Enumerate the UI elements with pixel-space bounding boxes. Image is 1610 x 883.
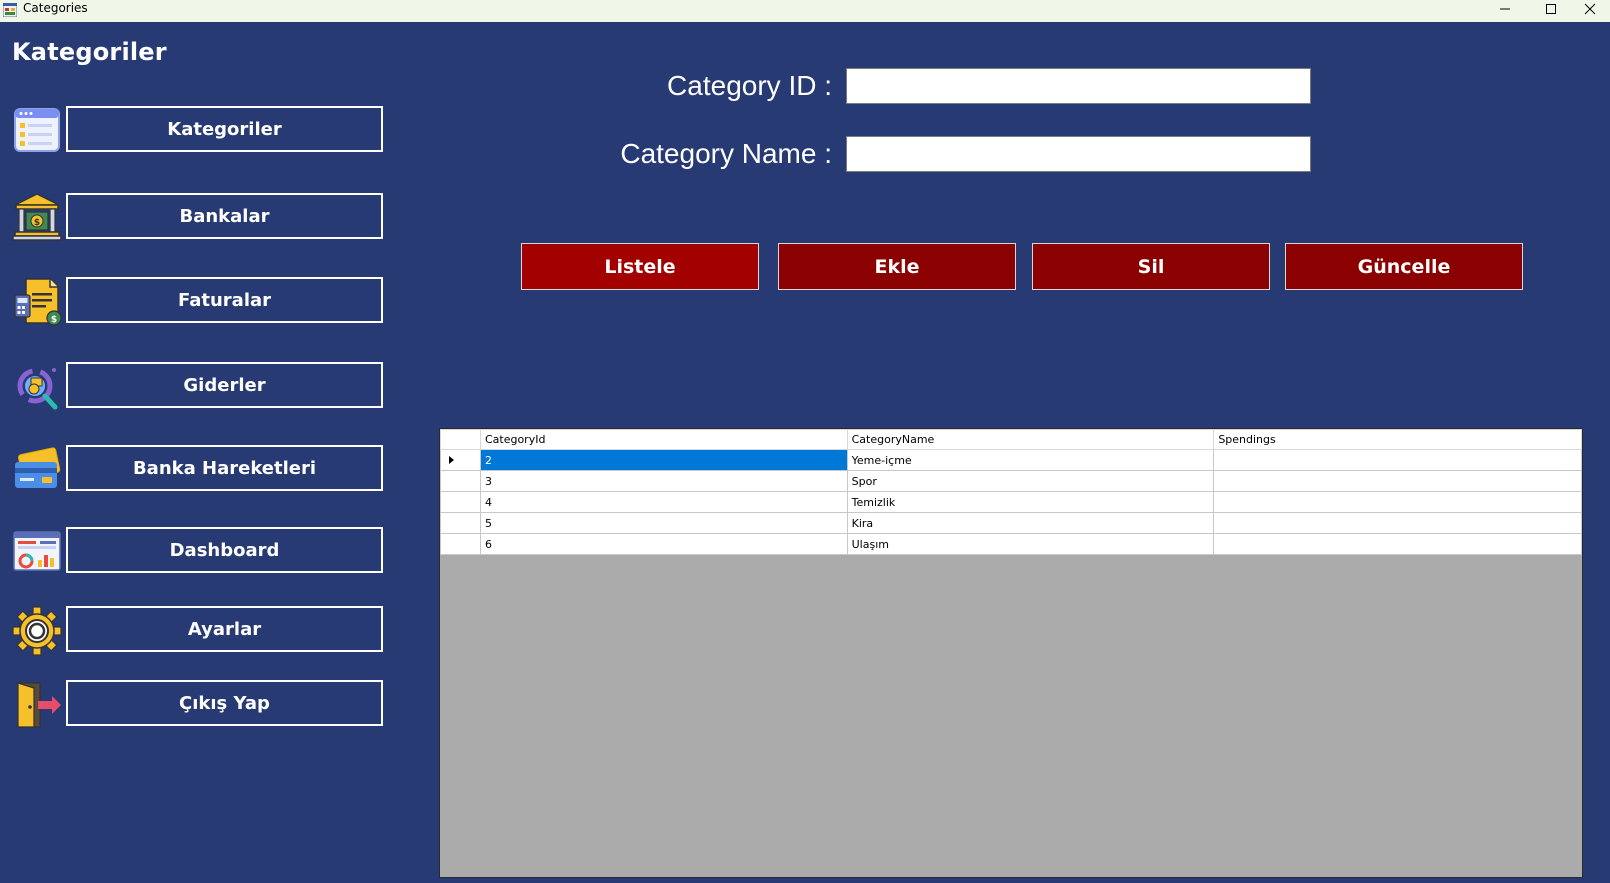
row-header[interactable] bbox=[440, 512, 481, 534]
grid-corner-header[interactable] bbox=[440, 429, 481, 450]
table-row[interactable]: 5 Kira bbox=[440, 512, 1582, 534]
minimize-button[interactable] bbox=[1482, 0, 1528, 17]
window-title: Categories bbox=[23, 1, 88, 15]
row-header[interactable] bbox=[440, 533, 481, 555]
table-cell[interactable]: 2 bbox=[479, 449, 848, 471]
nav-button-faturalar[interactable]: Faturalar bbox=[66, 277, 383, 323]
category-name-input[interactable] bbox=[846, 136, 1311, 172]
invoice-calculator-icon: $ bbox=[14, 278, 62, 326]
table-cell[interactable] bbox=[1213, 533, 1582, 555]
nav-button-kategoriler[interactable]: Kategoriler bbox=[66, 106, 383, 152]
exit-door-icon bbox=[17, 682, 61, 728]
table-cell[interactable] bbox=[1213, 470, 1582, 492]
table-cell[interactable]: Kira bbox=[846, 512, 1215, 534]
category-name-label: Category Name : bbox=[620, 138, 832, 169]
column-header-spendings[interactable]: Spendings bbox=[1213, 429, 1582, 450]
gear-icon bbox=[12, 606, 62, 656]
table-cell[interactable]: Temizlik bbox=[846, 491, 1215, 513]
nav-button-bankalar[interactable]: Bankalar bbox=[66, 193, 383, 239]
category-id-label: Category ID : bbox=[667, 70, 832, 101]
table-cell[interactable]: 6 bbox=[479, 533, 848, 555]
category-id-input[interactable] bbox=[846, 68, 1311, 104]
maximize-icon bbox=[1546, 3, 1556, 14]
credit-card-icon bbox=[15, 447, 61, 488]
title-bar: Categories bbox=[0, 0, 1610, 23]
client-area: Kategoriler $ $ Kategoriler Bankalar Fat… bbox=[0, 22, 1610, 883]
current-row-arrow-icon bbox=[449, 456, 454, 464]
grid-header-row: CategoryId CategoryName Spendings bbox=[440, 429, 1582, 450]
table-row[interactable]: 2 Yeme-içme bbox=[440, 449, 1582, 471]
nav-button-banka-hareketleri[interactable]: Banka Hareketleri bbox=[66, 445, 383, 491]
close-icon bbox=[1584, 3, 1595, 14]
table-row[interactable]: 3 Spor bbox=[440, 470, 1582, 492]
delete-button[interactable]: Sil bbox=[1032, 243, 1270, 290]
categories-list-icon bbox=[14, 108, 60, 152]
table-cell[interactable]: 3 bbox=[479, 470, 848, 492]
add-button[interactable]: Ekle bbox=[778, 243, 1016, 290]
table-cell[interactable]: Spor bbox=[846, 470, 1215, 492]
table-cell[interactable]: 5 bbox=[479, 512, 848, 534]
update-button[interactable]: Güncelle bbox=[1285, 243, 1523, 290]
table-cell[interactable]: Ulaşım bbox=[846, 533, 1215, 555]
table-cell[interactable]: 4 bbox=[479, 491, 848, 513]
column-header-categoryname[interactable]: CategoryName bbox=[846, 429, 1215, 450]
list-button[interactable]: Listele bbox=[521, 243, 759, 290]
app-form-icon bbox=[3, 3, 17, 17]
table-cell[interactable]: Yeme-içme bbox=[846, 449, 1215, 471]
svg-text:$: $ bbox=[51, 315, 57, 325]
nav-button-giderler[interactable]: Giderler bbox=[66, 362, 383, 408]
minimize-icon bbox=[1500, 8, 1510, 9]
nav-button-dashboard[interactable]: Dashboard bbox=[66, 527, 383, 573]
row-header[interactable] bbox=[440, 470, 481, 492]
table-cell[interactable] bbox=[1213, 449, 1582, 471]
page-title: Kategoriler bbox=[12, 38, 167, 66]
table-row[interactable]: 6 Ulaşım bbox=[440, 533, 1582, 555]
svg-text:$: $ bbox=[34, 218, 40, 228]
row-header[interactable] bbox=[440, 491, 481, 513]
categories-table: CategoryId CategoryName Spendings 2 Yeme… bbox=[440, 429, 1582, 555]
bank-building-icon: $ bbox=[12, 193, 62, 241]
dashboard-chart-icon bbox=[13, 531, 61, 571]
nav-button-ayarlar[interactable]: Ayarlar bbox=[66, 606, 383, 652]
table-cell[interactable] bbox=[1213, 491, 1582, 513]
row-header[interactable] bbox=[440, 449, 481, 471]
maximize-button[interactable] bbox=[1528, 0, 1574, 17]
close-button[interactable] bbox=[1569, 0, 1610, 17]
table-cell[interactable] bbox=[1213, 512, 1582, 534]
column-header-categoryid[interactable]: CategoryId bbox=[479, 429, 848, 450]
categories-grid[interactable]: CategoryId CategoryName Spendings 2 Yeme… bbox=[439, 428, 1583, 878]
nav-button-cikis-yap[interactable]: Çıkış Yap bbox=[66, 680, 383, 726]
expense-magnifier-icon bbox=[17, 368, 58, 410]
table-row[interactable]: 4 Temizlik bbox=[440, 491, 1582, 513]
